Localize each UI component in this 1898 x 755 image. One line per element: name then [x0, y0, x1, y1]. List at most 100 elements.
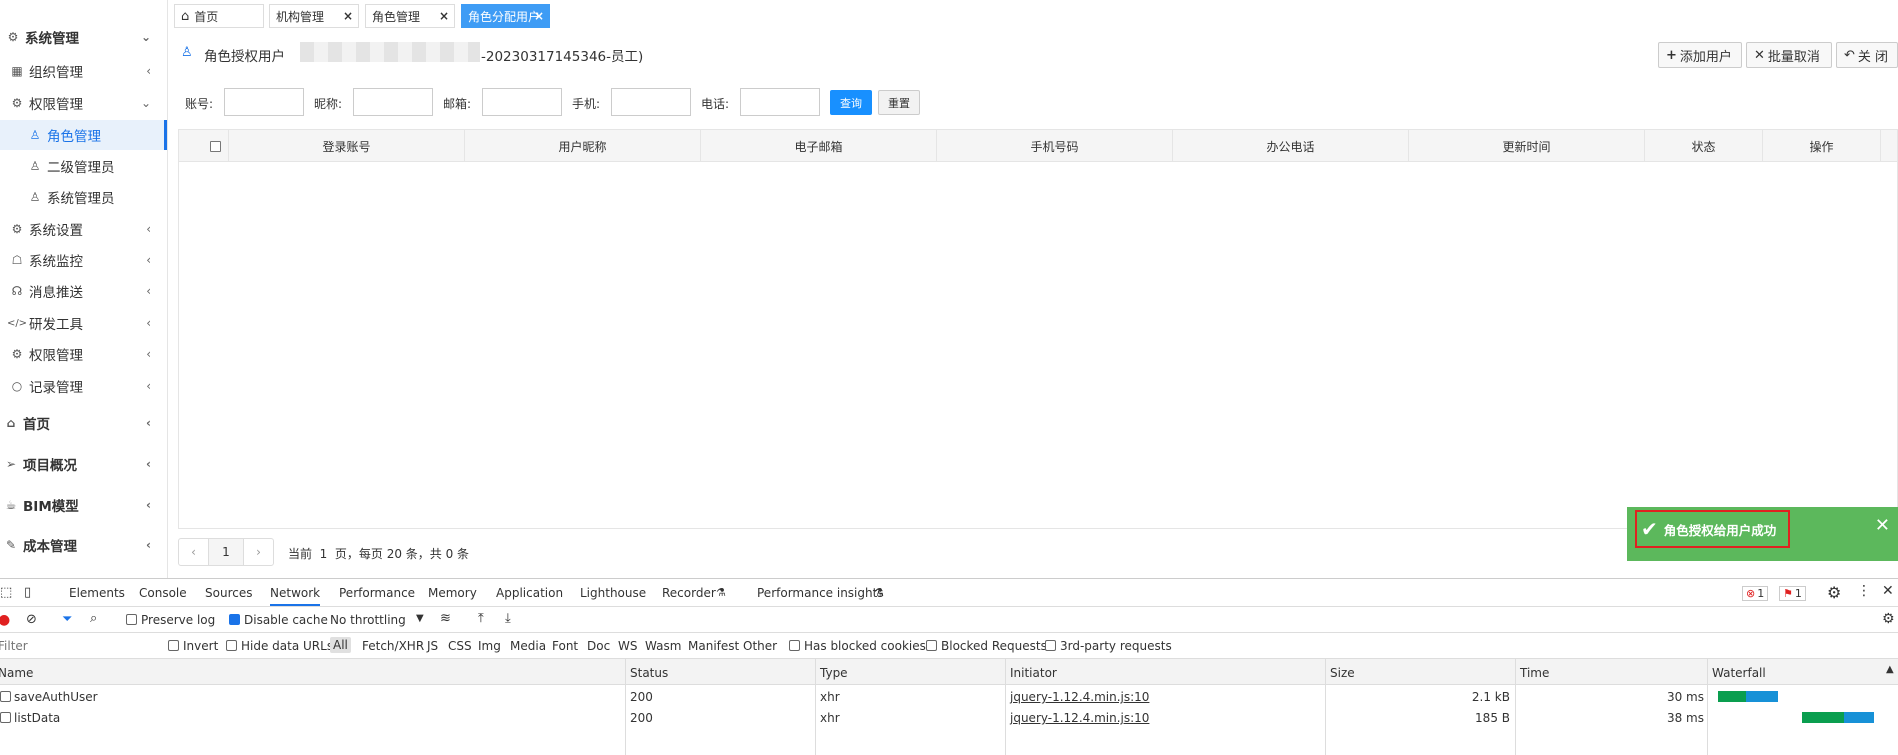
- devtools-tab-application[interactable]: Application: [496, 586, 563, 600]
- select-all-checkbox[interactable]: [210, 140, 221, 152]
- network-settings-icon[interactable]: ⚙: [1882, 611, 1895, 627]
- clear-icon[interactable]: ⊘: [26, 612, 37, 627]
- filter-input[interactable]: [0, 636, 154, 655]
- inspect-icon[interactable]: ⬚: [0, 585, 12, 600]
- disable-cache-checkbox[interactable]: Disable cache: [229, 613, 328, 627]
- prev-page-button[interactable]: ‹: [178, 538, 209, 566]
- type-filter-css[interactable]: CSS: [448, 639, 472, 653]
- invert-checkbox[interactable]: Invert: [168, 639, 218, 653]
- col-phone[interactable]: 手机号码: [937, 130, 1173, 162]
- sidebar-item-system-settings[interactable]: ⚙ 系统设置 ‹: [0, 214, 167, 244]
- col-waterfall[interactable]: Waterfall: [1712, 666, 1766, 680]
- close-button[interactable]: ↶ 关 闭: [1836, 42, 1898, 68]
- col-update-time[interactable]: 更新时间: [1409, 130, 1645, 162]
- request-initiator-link[interactable]: jquery-1.12.4.min.js:10: [1010, 690, 1149, 704]
- type-filter-ws[interactable]: WS: [618, 639, 637, 653]
- settings-icon[interactable]: ⚙: [1827, 583, 1841, 602]
- type-filter-all[interactable]: All: [330, 637, 351, 653]
- has-blocked-cookies-checkbox[interactable]: Has blocked cookies: [789, 639, 926, 653]
- sidebar-item-permission-management[interactable]: ⚙ 权限管理 ⌄: [0, 88, 167, 118]
- type-filter-fetch-xhr[interactable]: Fetch/XHR: [362, 639, 424, 653]
- sidebar-item-permission-management-2[interactable]: ⚙ 权限管理 ‹: [0, 339, 167, 369]
- third-party-requests-checkbox[interactable]: 3rd-party requests: [1045, 639, 1172, 653]
- page-number-button[interactable]: 1: [208, 538, 244, 566]
- devtools-tab-memory[interactable]: Memory: [428, 586, 477, 600]
- devtools-tab-network[interactable]: Network: [270, 586, 321, 606]
- sidebar: ⚙ 系统管理 ⌄ ▦ 组织管理 ‹ ⚙ 权限管理 ⌄ ♙ 角色管理 ♙ 二级管理…: [0, 0, 168, 578]
- check-icon: ✔: [1641, 517, 1658, 541]
- hide-data-urls-checkbox[interactable]: Hide data URLs: [226, 639, 333, 653]
- batch-cancel-button[interactable]: ✕ 批量取消: [1746, 42, 1832, 68]
- tab-org-management[interactable]: 机构管理 ×: [269, 4, 359, 28]
- devtools-tab-performance[interactable]: Performance: [339, 586, 415, 600]
- sidebar-item-message-push[interactable]: ☊ 消息推送 ‹: [0, 276, 167, 306]
- sidebar-item-system-admin[interactable]: ♙ 系统管理员: [0, 182, 167, 212]
- query-button[interactable]: 查询: [830, 90, 872, 115]
- col-nickname[interactable]: 用户昵称: [465, 130, 701, 162]
- type-filter-img[interactable]: Img: [478, 639, 501, 653]
- close-devtools-icon[interactable]: ✕: [1882, 583, 1894, 599]
- type-filter-media[interactable]: Media: [510, 639, 546, 653]
- sidebar-item-dev-tools[interactable]: </> 研发工具 ‹: [0, 308, 167, 338]
- devtools-tab-performance-insights[interactable]: Performance insights: [757, 586, 884, 600]
- type-filter-js[interactable]: JS: [427, 639, 438, 653]
- close-icon[interactable]: ×: [439, 9, 449, 23]
- preserve-log-checkbox[interactable]: Preserve log: [126, 613, 215, 627]
- email-input[interactable]: [482, 88, 562, 116]
- issues-badge[interactable]: ⚑ 1: [1779, 586, 1806, 601]
- error-badge[interactable]: ⊗ 1: [1742, 586, 1769, 601]
- toast-close-button[interactable]: ✕: [1875, 515, 1890, 536]
- col-email[interactable]: 电子邮箱: [701, 130, 937, 162]
- tab-role-assign-user[interactable]: 角色分配用户 ×: [461, 4, 550, 28]
- export-har-icon[interactable]: ⤓: [505, 611, 511, 626]
- blocked-requests-checkbox[interactable]: Blocked Requests: [926, 639, 1047, 653]
- phone-input[interactable]: [611, 88, 691, 116]
- sidebar-item-role-management[interactable]: ♙ 角色管理: [0, 120, 167, 150]
- sidebar-item-cost-management[interactable]: ✎ 成本管理 ‹: [0, 530, 167, 560]
- col-login-account[interactable]: 登录账号: [229, 130, 465, 162]
- tab-home[interactable]: ⌂ 首页: [174, 4, 264, 28]
- filter-icon[interactable]: ⏷: [62, 612, 72, 627]
- request-initiator-link[interactable]: jquery-1.12.4.min.js:10: [1010, 711, 1149, 725]
- sidebar-item-org-management[interactable]: ▦ 组织管理 ‹: [0, 56, 167, 86]
- devtools-tab-sources[interactable]: Sources: [205, 586, 252, 600]
- col-status[interactable]: 状态: [1645, 130, 1763, 162]
- sidebar-item-system-management[interactable]: ⚙ 系统管理 ⌄: [0, 22, 167, 52]
- sidebar-item-system-monitor[interactable]: ☖ 系统监控 ‹: [0, 245, 167, 275]
- devtools-tab-console[interactable]: Console: [139, 586, 187, 600]
- more-options-icon[interactable]: ⋮: [1857, 583, 1871, 599]
- network-row[interactable]: saveAuthUser 200 xhr jquery-1.12.4.min.j…: [0, 686, 1898, 707]
- reset-button[interactable]: 重置: [878, 90, 920, 115]
- network-row[interactable]: listData 200 xhr jquery-1.12.4.min.js:10…: [0, 707, 1898, 728]
- sidebar-item-secondary-admin[interactable]: ♙ 二级管理员: [0, 151, 167, 181]
- sidebar-item-project-overview[interactable]: ➢ 项目概况 ‹: [0, 449, 167, 479]
- device-toolbar-icon[interactable]: ▯: [24, 585, 31, 600]
- devtools-tab-elements[interactable]: Elements: [69, 586, 125, 600]
- sidebar-item-record-management[interactable]: ○ 记录管理 ‹: [0, 371, 167, 401]
- type-filter-font[interactable]: Font: [552, 639, 578, 653]
- next-page-button[interactable]: ›: [243, 538, 274, 566]
- close-icon[interactable]: ×: [343, 9, 353, 23]
- throttling-select[interactable]: No throttling: [330, 613, 406, 627]
- type-filter-doc[interactable]: Doc: [587, 639, 610, 653]
- col-office-phone[interactable]: 办公电话: [1173, 130, 1409, 162]
- tab-role-management[interactable]: 角色管理 ×: [365, 4, 455, 28]
- devtools-tab-recorder[interactable]: Recorder: [662, 586, 716, 600]
- add-user-button[interactable]: + 添加用户: [1658, 42, 1742, 68]
- record-icon[interactable]: ●: [0, 612, 10, 628]
- import-har-icon[interactable]: ⤒: [478, 611, 484, 626]
- account-input[interactable]: [224, 88, 304, 116]
- sidebar-item-bim-model[interactable]: ☕ BIM模型 ‹: [0, 490, 167, 520]
- gear-icon: ⚙: [11, 222, 23, 236]
- nickname-input[interactable]: [353, 88, 433, 116]
- tel-input[interactable]: [740, 88, 820, 116]
- close-icon[interactable]: ×: [534, 9, 544, 23]
- sidebar-item-home[interactable]: ⌂ 首页 ‹: [0, 408, 167, 438]
- chevron-left-icon: ‹: [146, 498, 151, 512]
- network-conditions-icon[interactable]: ≋: [440, 611, 451, 626]
- type-filter-manifest[interactable]: Manifest: [688, 639, 739, 653]
- type-filter-wasm[interactable]: Wasm: [645, 639, 681, 653]
- type-filter-other[interactable]: Other: [743, 639, 777, 653]
- devtools-tab-lighthouse[interactable]: Lighthouse: [580, 586, 646, 600]
- search-icon[interactable]: ⌕: [90, 611, 97, 626]
